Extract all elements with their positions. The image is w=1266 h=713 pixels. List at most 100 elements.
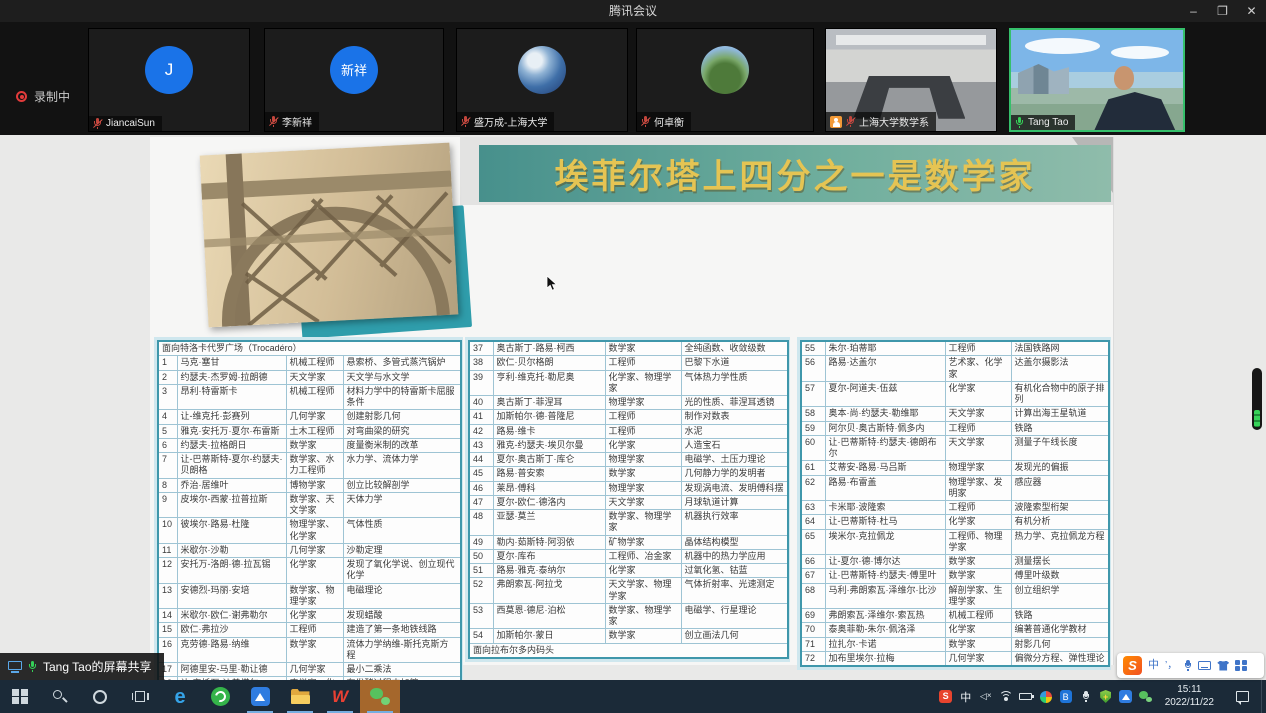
cell: 12 — [158, 558, 177, 584]
table-row: 9皮埃尔-西蒙·拉普拉斯数学家、天文学家天体力学 — [158, 492, 461, 518]
table-row: 10彼埃尔·路易·杜隆物理学家、化学家气体性质 — [158, 518, 461, 544]
participant-tile-6[interactable]: Tang Tao — [1009, 28, 1185, 132]
cell: 卡米耶·波隆索 — [825, 501, 945, 515]
cell: 工程师、物理学家 — [945, 529, 1011, 555]
participant-name: Tang Tao — [1028, 117, 1068, 128]
participant-tile-4[interactable]: 何卓衡 — [636, 28, 814, 132]
participant-label: 上海大学数学系 — [826, 112, 936, 131]
cell: 约瑟夫·杰罗姆·拉朗德 — [177, 370, 286, 384]
ime-chinese-tray-icon[interactable]: 中 — [956, 680, 976, 713]
table-row: 56路易·达盖尔艺术家、化学家达盖尔摄影法 — [801, 356, 1109, 382]
show-desktop-button[interactable] — [1261, 680, 1266, 713]
cell: 铁路 — [1011, 609, 1109, 623]
table-row: 70泰奥菲勒-朱尔·佩洛泽化学家编著普通化学教材 — [801, 623, 1109, 637]
taskbar: e W S中◁× B + 15:11 2022/11/22 — [0, 680, 1266, 713]
volume-muted-tray-icon[interactable]: ◁× — [976, 680, 996, 713]
battery-tray-icon[interactable] — [1016, 680, 1036, 713]
toolbox-icon[interactable] — [1235, 660, 1247, 672]
tencent-meeting-icon[interactable] — [240, 680, 280, 713]
ime-mode-toggle[interactable]: 中 — [1148, 653, 1159, 678]
action-center-icon[interactable] — [1236, 691, 1249, 702]
table-row: 71拉扎尔·卡诺数学家射影几何 — [801, 637, 1109, 651]
soft-keyboard-icon[interactable] — [1198, 661, 1211, 670]
table-row: 72加布里埃尔·拉梅几何学家偏微分方程、弹性理论 — [801, 651, 1109, 666]
cell: 10 — [158, 518, 177, 544]
cell: 有机分析 — [1011, 515, 1109, 529]
cell: 5 — [158, 424, 177, 438]
search-icon[interactable] — [40, 680, 80, 713]
cell: 工程师、冶金家 — [605, 549, 681, 563]
cell: 过氧化氢、钴蓝 — [681, 564, 788, 578]
cell: 69 — [801, 609, 825, 623]
360-browser-icon[interactable] — [200, 680, 240, 713]
cell: 材料力学中的特雷斯卡屈服条件 — [343, 384, 461, 410]
participant-tile-2[interactable]: 新祥李新祥 — [264, 28, 444, 132]
table-row: 7让-巴蒂斯特-夏尔-约瑟夫·贝朗格数学家、水力工程师水力学、流体力学 — [158, 453, 461, 479]
cell: 达盖尔摄影法 — [1011, 356, 1109, 382]
participant-tile-3[interactable]: 盛万成-上海大学 — [456, 28, 628, 132]
close-button[interactable]: ✕ — [1237, 0, 1266, 22]
cell: 夏尔·库布 — [493, 549, 605, 563]
tencent-meeting-window: 腾讯会议 – ❐ ✕ 录制中 JJiancaiSun新祥李新祥盛万成-上海大学 何… — [0, 0, 1266, 713]
skin-icon[interactable] — [1217, 661, 1229, 671]
sogou-tray-icon[interactable]: S — [936, 680, 956, 713]
voice-input-icon[interactable] — [1183, 660, 1192, 671]
cell: 计算出海王星轨道 — [1011, 407, 1109, 421]
table-row: 4让-维克托·彭赛列几何学家创建射影几何 — [158, 410, 461, 424]
cell: 拉扎尔·卡诺 — [825, 637, 945, 651]
cell: 建造了第一条地铁线路 — [343, 623, 461, 637]
cell: 创立比较解剖学 — [343, 478, 461, 492]
edge-icon[interactable]: e — [160, 680, 200, 713]
participant-name: 盛万成-上海大学 — [474, 114, 547, 129]
participant-tile-5[interactable]: 上海大学数学系 — [825, 28, 997, 132]
participant-label: Tang Tao — [1011, 115, 1075, 130]
cell: 工程师 — [286, 623, 343, 637]
cell: 路易·雅克·泰纳尔 — [493, 564, 605, 578]
wps-icon[interactable]: W — [320, 680, 360, 713]
table-row: 67让·巴蒂斯特·约瑟夫·傅里叶数学家傅里叶级数 — [801, 569, 1109, 583]
cortana-icon[interactable] — [80, 680, 120, 713]
cell: 70 — [801, 623, 825, 637]
task-view-icon[interactable] — [120, 680, 160, 713]
start-icon[interactable] — [0, 680, 40, 713]
table-row: 63卡米耶·波隆索工程师波隆索型桁架 — [801, 501, 1109, 515]
cell: 亚瑟·莫兰 — [493, 510, 605, 536]
maximize-button[interactable]: ❐ — [1208, 0, 1237, 22]
cell: 发现蜡酸 — [343, 609, 461, 623]
mic-on-icon — [28, 661, 37, 672]
sogou-logo-icon[interactable]: S — [1123, 656, 1142, 675]
microphone-tray-icon[interactable] — [1076, 680, 1096, 713]
cell: 天文学家 — [945, 407, 1011, 421]
cell: 矿物学家 — [605, 535, 681, 549]
recording-indicator: 录制中 — [16, 88, 70, 105]
punctuation-toggle[interactable]: ’， — [1165, 653, 1177, 678]
cell: 创立组织学 — [1011, 583, 1109, 609]
wifi-tray-icon[interactable] — [996, 680, 1016, 713]
table-row: 5雅克·安托万·夏尔·布雷斯土木工程师对弯曲梁的研究 — [158, 424, 461, 438]
cell: 数学家 — [605, 341, 681, 356]
tencent-meeting-tray-icon[interactable] — [1116, 680, 1136, 713]
eiffel-tower-photo — [200, 143, 459, 328]
cell: 数学家、水力工程师 — [286, 453, 343, 479]
cell: 6 — [158, 438, 177, 452]
cell: 奥本·尚·约瑟夫·勒维耶 — [825, 407, 945, 421]
cell: 59 — [801, 421, 825, 435]
taskbar-clock[interactable]: 15:11 2022/11/22 — [1156, 684, 1223, 709]
cell: 米歇尔·沙勒 — [177, 543, 286, 557]
cell: 电磁学、土压力理论 — [681, 453, 788, 467]
security-shield-tray-icon[interactable]: + — [1096, 680, 1116, 713]
title-bar: 腾讯会议 – ❐ ✕ — [0, 0, 1266, 22]
bluetooth-tray-icon[interactable]: B — [1056, 680, 1076, 713]
participant-tile-1[interactable]: JJiancaiSun — [88, 28, 250, 132]
cell: 测量子午线长度 — [1011, 435, 1109, 461]
minimize-button[interactable]: – — [1179, 0, 1208, 22]
screen-share-banner[interactable]: Tang Tao的屏幕共享 — [0, 653, 164, 680]
file-explorer-icon[interactable] — [280, 680, 320, 713]
cell: 路易·普安索 — [493, 467, 605, 481]
wechat-tray-icon[interactable] — [1136, 680, 1156, 713]
wechat-icon[interactable] — [360, 680, 400, 713]
window-controls: – ❐ ✕ — [1179, 0, 1266, 22]
cell: 数学家 — [945, 637, 1011, 651]
antivirus-tray-icon[interactable] — [1036, 680, 1056, 713]
cell: 弗朗索瓦·阿拉戈 — [493, 578, 605, 604]
